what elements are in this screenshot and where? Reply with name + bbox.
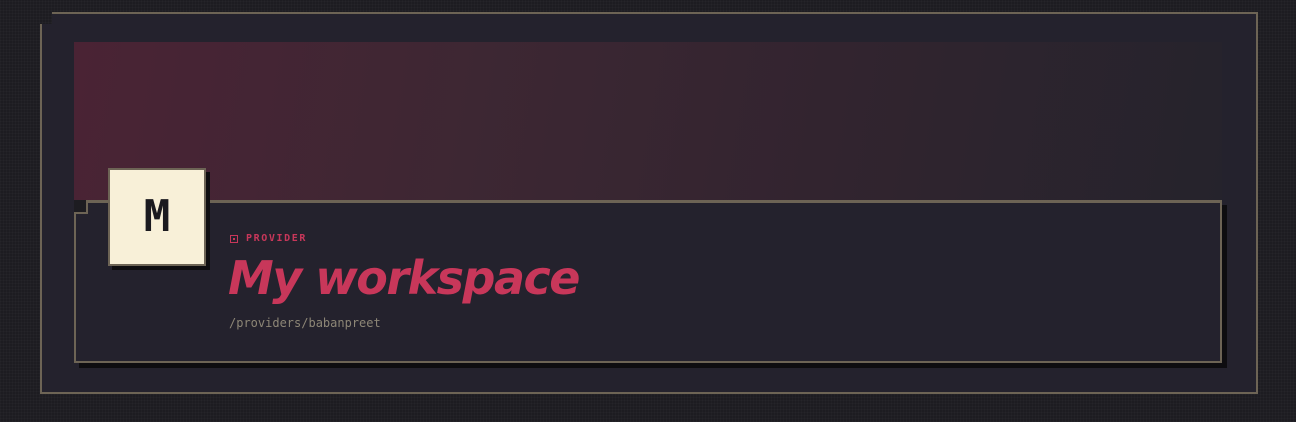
role-label: PROVIDER (246, 233, 307, 244)
profile-banner (74, 42, 1222, 202)
page-title: My workspace (228, 251, 580, 305)
role-eyebrow: PROVIDER (230, 233, 307, 245)
avatar: M (108, 168, 206, 266)
provider-path: /providers/babanpreet (229, 316, 381, 330)
square-dot-icon (230, 235, 238, 243)
card-corner-notch (74, 200, 88, 214)
avatar-initial: M (143, 191, 171, 242)
